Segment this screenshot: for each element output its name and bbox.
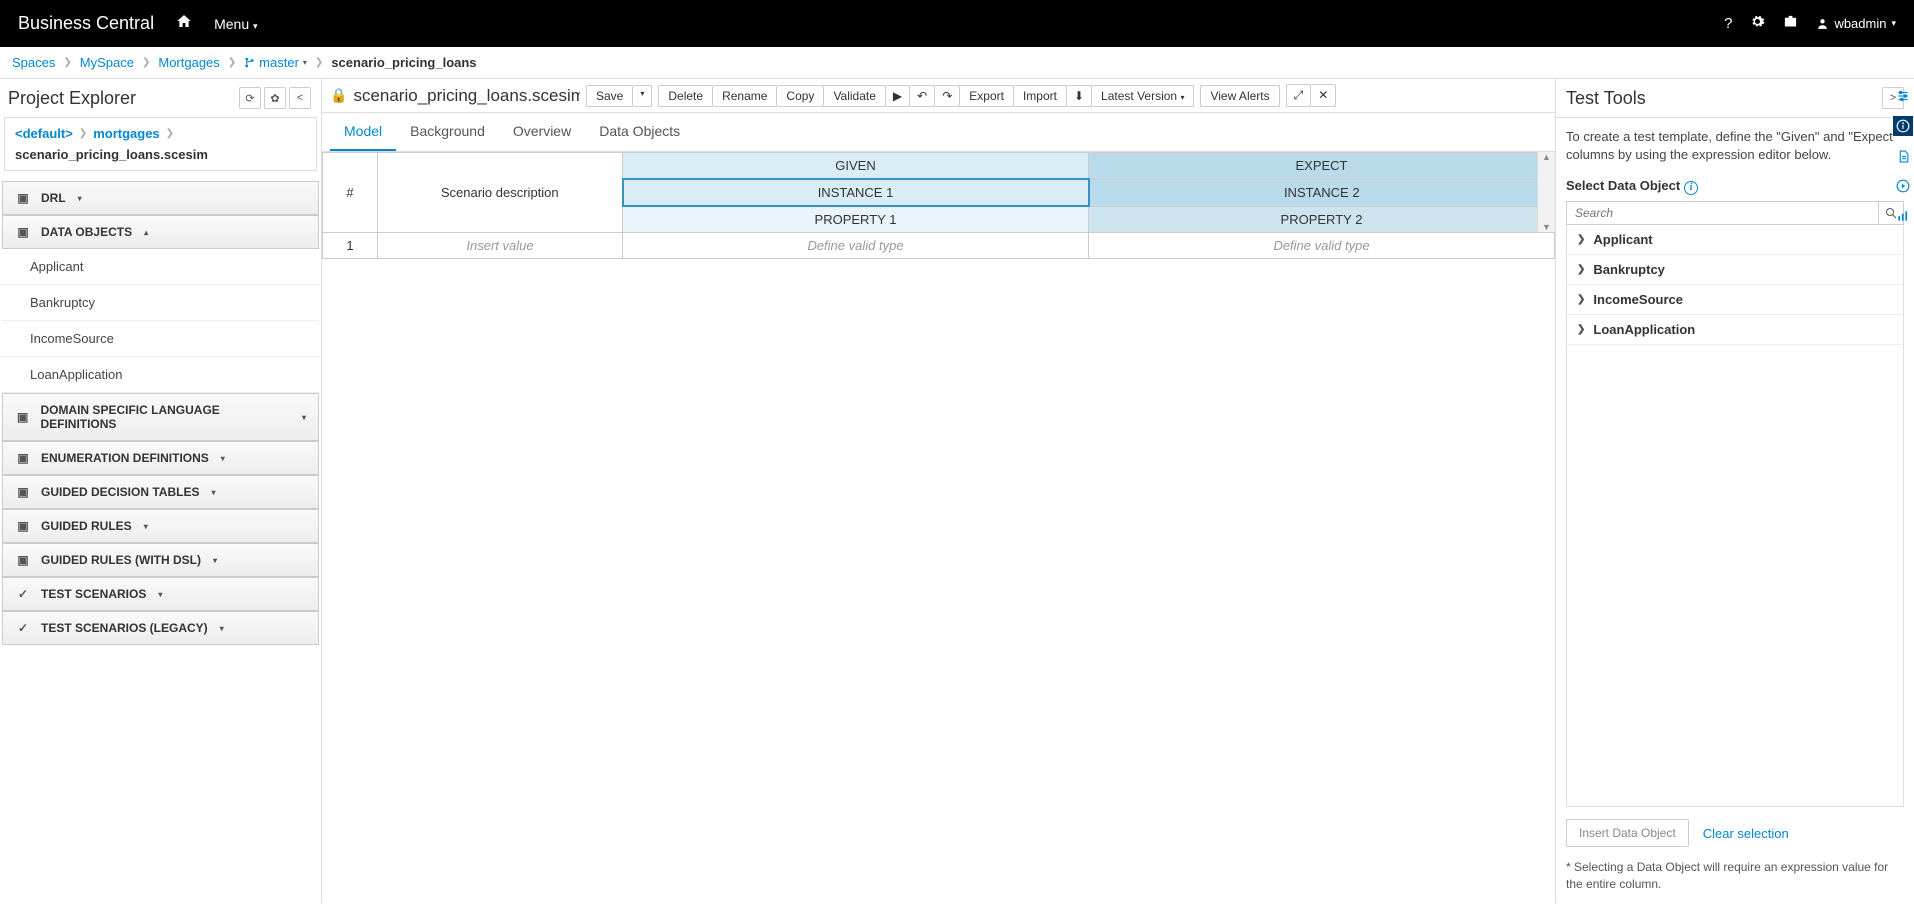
do-item-applicant[interactable]: Applicant	[2, 249, 319, 285]
rail-info-icon[interactable]	[1893, 116, 1913, 136]
insert-data-object-button[interactable]: Insert Data Object	[1566, 819, 1689, 847]
apps-icon[interactable]	[1783, 14, 1798, 33]
section-grd[interactable]: ▣GUIDED RULES (WITH DSL)▾	[2, 543, 319, 577]
chevron-right-icon: ❯	[1577, 264, 1585, 275]
rename-button[interactable]: Rename	[713, 85, 777, 107]
project-explorer-panel: Project Explorer ⟳ ✿ < <default>❯ mortga…	[0, 79, 322, 903]
hdr-expect[interactable]: EXPECT	[1089, 153, 1555, 180]
do-item-incomesource[interactable]: IncomeSource	[2, 321, 319, 357]
rail-play-icon[interactable]	[1893, 176, 1913, 196]
select-data-object-label: Select Data Objecti	[1566, 178, 1904, 195]
rail-doc-icon[interactable]	[1893, 146, 1913, 166]
test-tools-panel: Test Tools > To create a test template, …	[1556, 79, 1914, 903]
save-dropdown[interactable]: ▾	[633, 85, 652, 107]
redo-button[interactable]: ↷	[935, 85, 960, 107]
brand: Business Central	[18, 13, 154, 34]
download-button[interactable]: ⬇	[1067, 85, 1092, 107]
user-dropdown[interactable]: wbadmin ▾	[1816, 16, 1896, 31]
collapse-left-button[interactable]: <	[289, 87, 311, 109]
undo-button[interactable]: ↶	[910, 85, 935, 107]
rail-sliders-icon[interactable]	[1893, 86, 1913, 106]
path-default[interactable]: <default>	[15, 126, 73, 141]
scenario-grid[interactable]: # Scenario description GIVEN EXPECT INST…	[322, 152, 1555, 903]
editor-tabs: Model Background Overview Data Objects	[322, 113, 1555, 152]
do-incomesource[interactable]: ❯IncomeSource	[1567, 285, 1903, 315]
cell-instance-1[interactable]: INSTANCE 1	[623, 179, 1089, 206]
branch-selector[interactable]: master ▾	[244, 55, 307, 70]
clear-selection-link[interactable]: Clear selection	[1703, 826, 1789, 841]
tab-model[interactable]: Model	[330, 113, 396, 151]
row-1-desc[interactable]: Insert value	[378, 233, 623, 259]
test-tools-title: Test Tools	[1566, 88, 1646, 109]
path-bar: <default>❯ mortgages❯ scenario_pricing_l…	[4, 117, 317, 171]
path-project[interactable]: mortgages	[93, 126, 159, 141]
breadcrumb: Spaces❯ MySpace❯ Mortgages❯ master ▾ ❯ s…	[0, 47, 1914, 79]
top-bar: Business Central Menu ▾ ? wbadmin ▾	[0, 0, 1914, 47]
bc-spaces[interactable]: Spaces	[12, 55, 55, 70]
do-loanapplication[interactable]: ❯LoanApplication	[1567, 315, 1903, 345]
copy-button[interactable]: Copy	[777, 85, 824, 107]
section-gr[interactable]: ▣GUIDED RULES▾	[2, 509, 319, 543]
bc-mortgages[interactable]: Mortgages	[158, 55, 219, 70]
do-bankruptcy[interactable]: ❯Bankruptcy	[1567, 255, 1903, 285]
lock-icon: 🔒	[330, 87, 347, 104]
chevron-right-icon: ❯	[1577, 294, 1585, 305]
validate-button[interactable]: Validate	[824, 85, 885, 107]
tab-background[interactable]: Background	[396, 113, 499, 151]
hdr-index: #	[323, 153, 378, 233]
home-icon[interactable]	[176, 13, 192, 34]
file-title: 🔒 scenario_pricing_loans.scesim - Te...	[330, 86, 580, 106]
menu-dropdown[interactable]: Menu ▾	[214, 16, 257, 32]
row-1-given[interactable]: Define valid type	[623, 233, 1089, 259]
expand-button[interactable]: ⤢	[1286, 84, 1312, 107]
vertical-scrollbar[interactable]: ▲▼	[1537, 152, 1555, 232]
path-file: scenario_pricing_loans.scesim	[15, 147, 208, 162]
info-icon[interactable]: i	[1684, 181, 1698, 195]
do-item-bankruptcy[interactable]: Bankruptcy	[2, 285, 319, 321]
data-object-list: ❯Applicant ❯Bankruptcy ❯IncomeSource ❯Lo…	[1566, 225, 1904, 808]
cell-property-2[interactable]: PROPERTY 2	[1089, 206, 1555, 233]
view-alerts-button[interactable]: View Alerts	[1200, 85, 1279, 107]
row-1-idx: 1	[323, 233, 378, 259]
export-button[interactable]: Export	[960, 85, 1014, 107]
help-icon[interactable]: ?	[1724, 15, 1732, 32]
explorer-settings-button[interactable]: ✿	[264, 87, 286, 109]
version-dropdown[interactable]: Latest Version ▾	[1092, 85, 1194, 107]
section-tsl[interactable]: ✓TEST SCENARIOS (LEGACY)▾	[2, 611, 319, 645]
test-tools-footnote: * Selecting a Data Object will require a…	[1566, 859, 1904, 893]
close-button[interactable]: ✕	[1311, 84, 1336, 107]
rail-chart-icon[interactable]	[1893, 206, 1913, 226]
hdr-scenario-desc: Scenario description	[378, 153, 623, 233]
cell-instance-2[interactable]: INSTANCE 2	[1089, 179, 1555, 206]
section-gdt[interactable]: ▣GUIDED DECISION TABLES▾	[2, 475, 319, 509]
save-button[interactable]: Save	[586, 85, 633, 107]
tab-data-objects[interactable]: Data Objects	[585, 113, 694, 151]
row-1-expect[interactable]: Define valid type	[1089, 233, 1555, 259]
right-icon-rail	[1892, 80, 1914, 226]
hdr-given[interactable]: GIVEN	[623, 153, 1089, 180]
refresh-button[interactable]: ⟳	[239, 87, 261, 109]
section-enum[interactable]: ▣ENUMERATION DEFINITIONS▾	[2, 441, 319, 475]
delete-button[interactable]: Delete	[658, 85, 713, 107]
tab-overview[interactable]: Overview	[499, 113, 585, 151]
editor-toolbar: 🔒 scenario_pricing_loans.scesim - Te... …	[322, 79, 1555, 113]
bc-myspace[interactable]: MySpace	[80, 55, 134, 70]
chevron-right-icon: ❯	[1577, 324, 1585, 335]
do-applicant[interactable]: ❯Applicant	[1567, 225, 1903, 255]
run-button[interactable]: ▶	[886, 85, 910, 107]
editor-panel: 🔒 scenario_pricing_loans.scesim - Te... …	[322, 79, 1556, 903]
cell-property-1[interactable]: PROPERTY 1	[623, 206, 1089, 233]
bc-current: scenario_pricing_loans	[331, 55, 476, 70]
chevron-right-icon: ❯	[1577, 234, 1585, 245]
settings-icon[interactable]	[1750, 14, 1765, 33]
section-dsl[interactable]: ▣DOMAIN SPECIFIC LANGUAGE DEFINITIONS▾	[2, 393, 319, 441]
explorer-title: Project Explorer	[8, 88, 136, 109]
section-ts[interactable]: ✓TEST SCENARIOS▾	[2, 577, 319, 611]
do-item-loanapplication[interactable]: LoanApplication	[2, 357, 319, 393]
test-tools-desc: To create a test template, define the "G…	[1566, 128, 1904, 164]
section-drl[interactable]: ▣DRL▾	[2, 181, 319, 215]
section-data-objects[interactable]: ▣DATA OBJECTS▴	[2, 215, 319, 249]
import-button[interactable]: Import	[1014, 85, 1067, 107]
search-input[interactable]	[1566, 201, 1878, 225]
